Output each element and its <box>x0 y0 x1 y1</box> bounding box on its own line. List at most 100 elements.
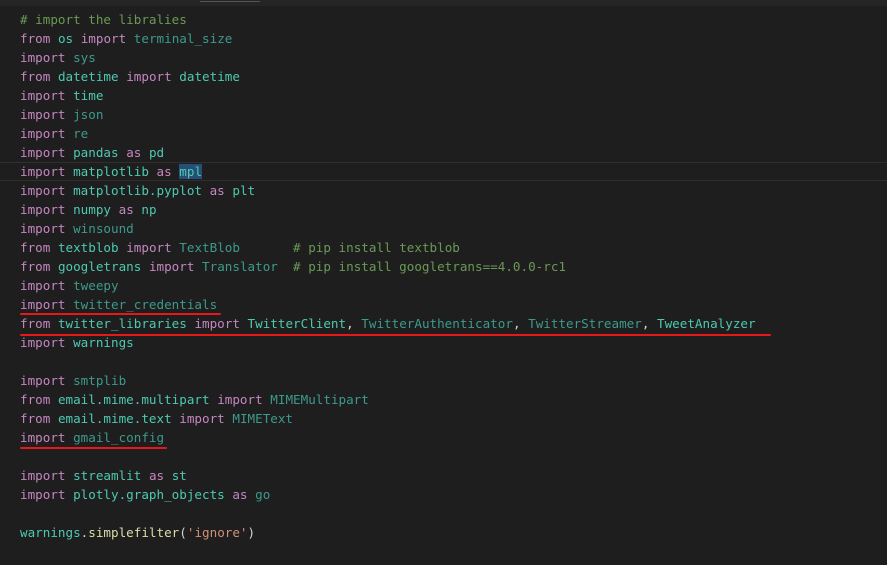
annotation-underline-gmail-config <box>20 447 167 449</box>
code-token: st <box>171 468 187 483</box>
code-token: import <box>20 297 66 312</box>
code-line-6[interactable]: import json <box>20 105 887 124</box>
code-token: , <box>641 316 658 331</box>
code-token: email.mime.text <box>57 411 172 426</box>
code-token: json <box>73 107 104 122</box>
annotation-underline-twitter-credentials <box>20 313 221 315</box>
code-line-2[interactable]: from os import terminal_size <box>20 29 887 48</box>
code-editor[interactable]: # import the libralies from os import ter… <box>0 0 887 565</box>
code-token: # pip install textblob <box>293 240 460 255</box>
code-token: # import the libralies <box>20 12 187 27</box>
code-line-16[interactable]: import twitter_credentials <box>20 295 887 314</box>
code-token: pandas <box>73 145 119 160</box>
code-token: ( <box>179 525 187 540</box>
code-token: 'ignore' <box>186 525 248 540</box>
code-line-1[interactable]: # import the libralies <box>20 10 887 29</box>
code-line-11[interactable]: import numpy as np <box>20 200 887 219</box>
code-line-3[interactable]: import sys <box>20 48 887 67</box>
code-token: MIMEText <box>232 411 294 426</box>
code-token: import <box>20 468 66 483</box>
code-line-13[interactable]: from textblob import TextBlob # pip inst… <box>20 238 887 257</box>
code-token: import <box>179 411 225 426</box>
code-line-20[interactable]: import smtplib <box>20 371 887 390</box>
code-token: import <box>20 145 66 160</box>
code-line-8[interactable]: import pandas as pd <box>20 143 887 162</box>
code-line-7[interactable]: import re <box>20 124 887 143</box>
code-line-10[interactable]: import matplotlib.pyplot as plt <box>20 181 887 200</box>
code-line-17[interactable]: from twitter_libraries import TwitterCli… <box>20 314 887 333</box>
code-token: import <box>126 69 172 84</box>
code-token: os <box>57 31 74 46</box>
code-token: TwitterStreamer <box>528 316 642 331</box>
code-token: import <box>20 164 66 179</box>
code-line-22[interactable]: from email.mime.text import MIMEText <box>20 409 887 428</box>
code-token: streamlit <box>73 468 142 483</box>
code-line-15[interactable]: import tweepy <box>20 276 887 295</box>
code-token: smtplib <box>73 373 127 388</box>
code-token: ) <box>247 525 256 540</box>
code-token: mpl <box>179 164 203 179</box>
code-token: email.mime.multipart <box>57 392 210 407</box>
code-token: matplotlib <box>73 164 149 179</box>
code-token: from <box>20 240 51 255</box>
code-token: import <box>148 259 195 274</box>
code-line-24[interactable] <box>20 447 887 466</box>
code-token: import <box>20 335 66 350</box>
code-line-26[interactable]: import plotly.graph_objects as go <box>20 485 887 504</box>
code-area[interactable]: # import the libralies from os import ter… <box>0 10 887 542</box>
code-token: numpy <box>73 202 112 217</box>
code-token: pd <box>148 145 165 160</box>
code-line-4[interactable]: from datetime import datetime <box>20 67 887 86</box>
code-token: sys <box>73 50 96 65</box>
code-token: from <box>20 316 51 331</box>
code-line-25[interactable]: import streamlit as st <box>20 466 887 485</box>
code-token: textblob <box>57 240 119 255</box>
code-token: TwitterClient <box>247 316 347 331</box>
code-token: import <box>80 31 127 46</box>
code-line-5[interactable]: import time <box>20 86 887 105</box>
code-line-21[interactable]: from email.mime.multipart import MIMEMul… <box>20 390 887 409</box>
editor-top-strip <box>0 0 887 6</box>
code-line-9[interactable]: import matplotlib as mpl <box>0 162 887 181</box>
code-token: plt <box>232 183 256 198</box>
code-token: import <box>217 392 263 407</box>
code-line-14[interactable]: from googletrans import Translator # pip… <box>20 257 887 276</box>
code-line-27[interactable] <box>20 504 887 523</box>
code-token: from <box>20 69 51 84</box>
code-token: import <box>20 50 66 65</box>
code-token: import <box>20 430 66 445</box>
code-line-28[interactable]: warnings.simplefilter('ignore') <box>20 523 887 542</box>
code-token: as <box>126 145 142 160</box>
code-line-23[interactable]: import gmail_config <box>20 428 887 447</box>
code-token: re <box>73 126 89 141</box>
code-token: MIMEMultipart <box>270 392 369 407</box>
code-token: simplefilter <box>88 525 180 540</box>
code-line-12[interactable]: import winsound <box>20 219 887 238</box>
code-token: as <box>148 468 165 483</box>
code-token: import <box>20 88 66 103</box>
code-token: twitter_libraries <box>57 316 187 331</box>
code-token: googletrans <box>57 259 142 274</box>
code-line-19[interactable] <box>20 352 887 371</box>
code-token: import <box>20 202 66 217</box>
